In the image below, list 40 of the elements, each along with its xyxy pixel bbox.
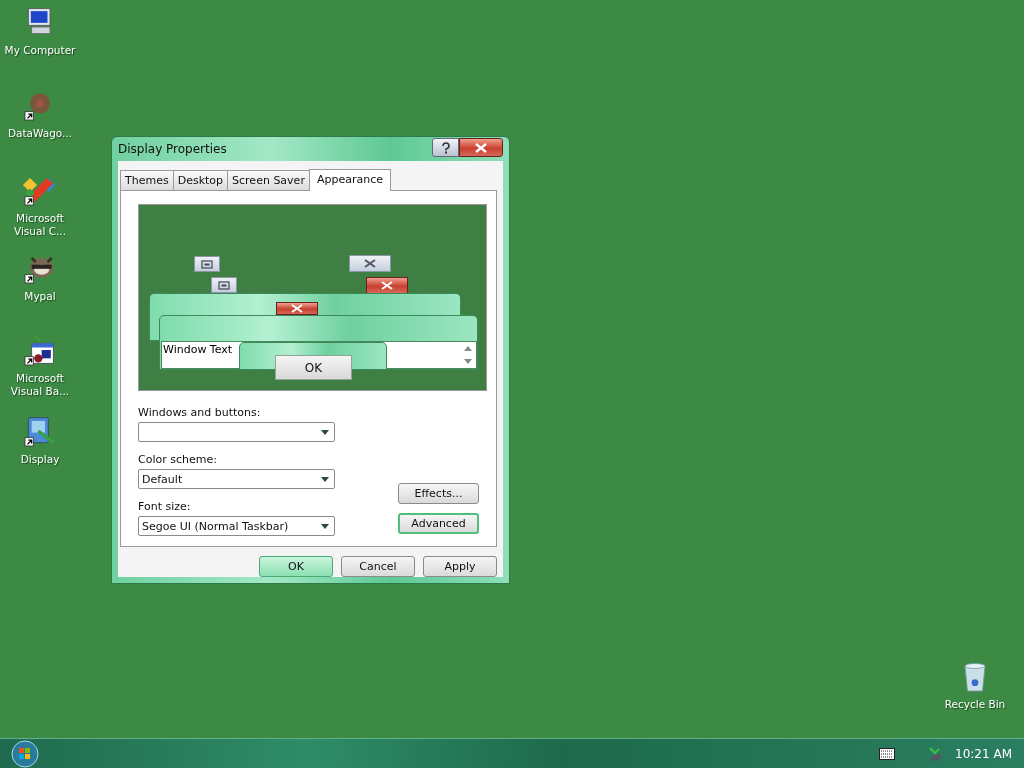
tab[interactable]: Appearance [308,169,391,191]
close-icon [475,142,487,153]
icon-label[interactable]: Microsoft Visual Ba... [0,372,80,398]
close-button[interactable] [459,138,503,157]
icon-label[interactable]: Mypal [0,290,80,303]
field-label: Font size: [138,500,192,514]
field-label: Color scheme: [138,453,218,467]
dialog-button[interactable]: Apply [423,556,497,577]
clock[interactable]: 10:21 AM [955,747,1012,761]
maximize-icon [218,280,230,290]
close-icon [291,304,303,313]
tab[interactable]: Desktop [172,170,229,190]
start-button[interactable] [10,739,40,768]
dropdown-arrow-icon [321,523,329,529]
close-icon [381,281,393,290]
keyboard-icon[interactable] [879,748,896,760]
maximize-icon [201,259,213,269]
icon-label[interactable]: Microsoft Visual C... [0,212,80,238]
dialog-button[interactable]: Cancel [341,556,415,577]
help-button[interactable] [432,138,459,157]
tab[interactable]: Screen Saver [227,170,310,190]
dropdown[interactable]: Default [138,469,335,489]
help-icon [440,141,451,154]
dropdown-arrow-icon [321,429,329,435]
action-button[interactable]: Effects... [398,483,479,504]
dialog-button[interactable]: OK [259,556,333,577]
field-label: Windows and buttons: [138,406,262,420]
network-icon[interactable] [927,746,944,762]
action-button[interactable]: Advanced [398,513,479,534]
close-icon [364,259,376,268]
tab[interactable]: Themes [120,170,174,190]
scroll-arrows-icon [463,344,473,366]
dropdown[interactable]: Segoe UI (Normal Taskbar) [138,516,335,536]
window-title: Display Properties [118,142,227,156]
icon-label[interactable]: My Computer [0,44,80,57]
icon-label[interactable]: Display [0,453,80,466]
icon-label[interactable]: DataWago... [0,127,80,140]
icon-label[interactable]: Recycle Bin [935,698,1015,711]
dropdown-arrow-icon [321,476,329,482]
dropdown[interactable] [138,422,335,442]
